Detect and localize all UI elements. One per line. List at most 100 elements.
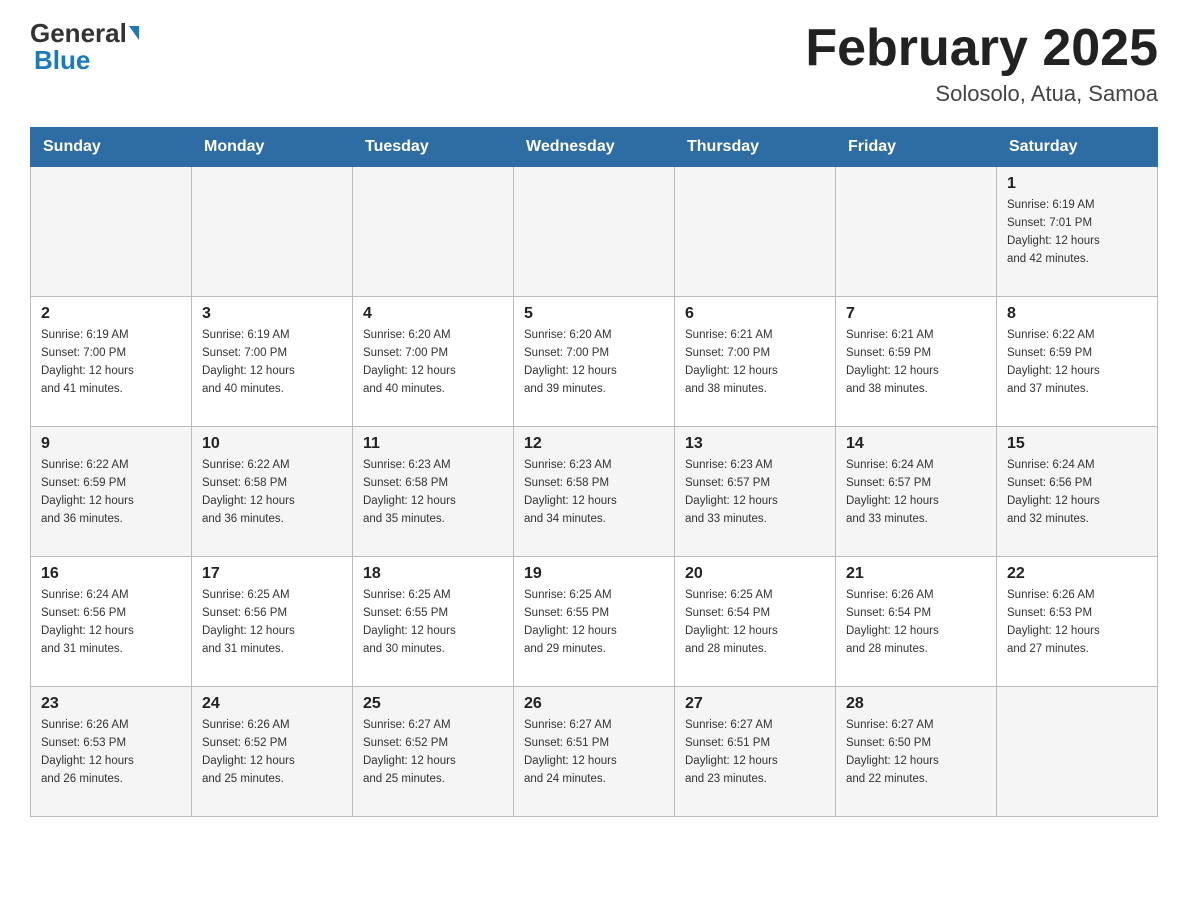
calendar-cell: 20Sunrise: 6:25 AM Sunset: 6:54 PM Dayli… <box>675 557 836 687</box>
day-number: 8 <box>1007 305 1147 323</box>
day-number: 14 <box>846 435 986 453</box>
logo-arrow-icon <box>129 26 139 40</box>
week-row-5: 23 Sunrise: 6:26 AM Sunset: 6:53 PM Dayli… <box>31 687 1158 817</box>
page-header: General Blue February 2025 Solosolo, Atu… <box>30 20 1158 107</box>
calendar-cell: 5 Sunrise: 6:20 AM Sunset: 7:00 PM Daylig… <box>514 297 675 427</box>
calendar-cell: 25 Sunrise: 6:27 AM Sunset: 6:52 PM Dayli… <box>353 687 514 817</box>
calendar-cell: 15 Sunrise: 6:24 AM Sunset: 6:56 PM Dayli… <box>997 427 1158 557</box>
weekday-header-thursday: Thursday <box>675 128 836 167</box>
day-info: Sunrise: 6:22 AM Sunset: 6:58 PM Dayligh… <box>202 457 342 528</box>
day-info: Sunrise: 6:23 AM Sunset: 6:58 PM Dayligh… <box>524 457 664 528</box>
day-info: Sunrise: 6:24 AM Sunset: 6:56 PM Dayligh… <box>41 587 181 658</box>
day-number: 6 <box>685 305 825 323</box>
week-row-2: 2 Sunrise: 6:19 AM Sunset: 7:00 PM Daylig… <box>31 297 1158 427</box>
calendar-cell <box>353 167 514 297</box>
day-number: 4 <box>363 305 503 323</box>
day-info: Sunrise: 6:27 AM Sunset: 6:51 PM Dayligh… <box>524 717 664 788</box>
calendar-cell: 16 Sunrise: 6:24 AM Sunset: 6:56 PM Dayli… <box>31 557 192 687</box>
calendar-cell: 13 Sunrise: 6:23 AM Sunset: 6:57 PM Dayli… <box>675 427 836 557</box>
calendar-cell: 11 Sunrise: 6:23 AM Sunset: 6:58 PM Dayli… <box>353 427 514 557</box>
calendar-cell: 10 Sunrise: 6:22 AM Sunset: 6:58 PM Dayli… <box>192 427 353 557</box>
day-number: 11 <box>363 435 503 453</box>
calendar-cell: 18 Sunrise: 6:25 AM Sunset: 6:55 PM Dayli… <box>353 557 514 687</box>
calendar-cell: 3 Sunrise: 6:19 AM Sunset: 7:00 PM Daylig… <box>192 297 353 427</box>
day-number: 28 <box>846 695 986 713</box>
calendar-subtitle: Solosolo, Atua, Samoa <box>805 81 1158 107</box>
day-info: Sunrise: 6:19 AM Sunset: 7:01 PM Dayligh… <box>1007 197 1147 268</box>
calendar-cell: 8 Sunrise: 6:22 AM Sunset: 6:59 PM Daylig… <box>997 297 1158 427</box>
day-number: 13 <box>685 435 825 453</box>
day-number: 3 <box>202 305 342 323</box>
day-number: 20 <box>685 565 825 583</box>
day-number: 1 <box>1007 175 1147 193</box>
day-info: Sunrise: 6:27 AM Sunset: 6:50 PM Dayligh… <box>846 717 986 788</box>
day-info: Sunrise: 6:25 AM Sunset: 6:55 PM Dayligh… <box>363 587 503 658</box>
day-info: Sunrise: 6:19 AM Sunset: 7:00 PM Dayligh… <box>202 327 342 398</box>
weekday-header-friday: Friday <box>836 128 997 167</box>
day-number: 25 <box>363 695 503 713</box>
calendar-cell: 28 Sunrise: 6:27 AM Sunset: 6:50 PM Dayli… <box>836 687 997 817</box>
logo-blue-text: Blue <box>34 46 90 75</box>
day-info: Sunrise: 6:19 AM Sunset: 7:00 PM Dayligh… <box>41 327 181 398</box>
calendar-cell: 2 Sunrise: 6:19 AM Sunset: 7:00 PM Daylig… <box>31 297 192 427</box>
day-number: 17 <box>202 565 342 583</box>
day-number: 16 <box>41 565 181 583</box>
day-number: 7 <box>846 305 986 323</box>
day-info: Sunrise: 6:26 AM Sunset: 6:53 PM Dayligh… <box>1007 587 1147 658</box>
weekday-header-monday: Monday <box>192 128 353 167</box>
day-info: Sunrise: 6:24 AM Sunset: 6:56 PM Dayligh… <box>1007 457 1147 528</box>
calendar-cell: 12 Sunrise: 6:23 AM Sunset: 6:58 PM Dayli… <box>514 427 675 557</box>
day-info: Sunrise: 6:26 AM Sunset: 6:52 PM Dayligh… <box>202 717 342 788</box>
day-info: Sunrise: 6:22 AM Sunset: 6:59 PM Dayligh… <box>1007 327 1147 398</box>
calendar-cell: 1 Sunrise: 6:19 AM Sunset: 7:01 PM Daylig… <box>997 167 1158 297</box>
day-info: Sunrise: 6:27 AM Sunset: 6:52 PM Dayligh… <box>363 717 503 788</box>
calendar-cell: 26 Sunrise: 6:27 AM Sunset: 6:51 PM Dayli… <box>514 687 675 817</box>
calendar-title: February 2025 <box>805 20 1158 77</box>
day-number: 15 <box>1007 435 1147 453</box>
calendar-cell <box>31 167 192 297</box>
day-info: Sunrise: 6:23 AM Sunset: 6:58 PM Dayligh… <box>363 457 503 528</box>
calendar-cell: 21Sunrise: 6:26 AM Sunset: 6:54 PM Dayli… <box>836 557 997 687</box>
day-number: 22 <box>1007 565 1147 583</box>
calendar-cell: 4 Sunrise: 6:20 AM Sunset: 7:00 PM Daylig… <box>353 297 514 427</box>
day-info: Sunrise: 6:25 AM Sunset: 6:56 PM Dayligh… <box>202 587 342 658</box>
logo-general-text: General <box>30 20 127 46</box>
calendar-cell: 7 Sunrise: 6:21 AM Sunset: 6:59 PM Daylig… <box>836 297 997 427</box>
calendar-cell: 17 Sunrise: 6:25 AM Sunset: 6:56 PM Dayli… <box>192 557 353 687</box>
calendar-cell: 6 Sunrise: 6:21 AM Sunset: 7:00 PM Daylig… <box>675 297 836 427</box>
calendar-table: SundayMondayTuesdayWednesdayThursdayFrid… <box>30 127 1158 817</box>
day-number: 21 <box>846 565 986 583</box>
day-info: Sunrise: 6:21 AM Sunset: 7:00 PM Dayligh… <box>685 327 825 398</box>
day-number: 10 <box>202 435 342 453</box>
day-number: 18 <box>363 565 503 583</box>
day-number: 26 <box>524 695 664 713</box>
day-info: Sunrise: 6:25 AM Sunset: 6:55 PM Dayligh… <box>524 587 664 658</box>
day-info: Sunrise: 6:27 AM Sunset: 6:51 PM Dayligh… <box>685 717 825 788</box>
week-row-4: 16 Sunrise: 6:24 AM Sunset: 6:56 PM Dayli… <box>31 557 1158 687</box>
calendar-cell <box>675 167 836 297</box>
weekday-header-tuesday: Tuesday <box>353 128 514 167</box>
title-block: February 2025 Solosolo, Atua, Samoa <box>805 20 1158 107</box>
day-number: 2 <box>41 305 181 323</box>
day-number: 19 <box>524 565 664 583</box>
calendar-cell: 14 Sunrise: 6:24 AM Sunset: 6:57 PM Dayli… <box>836 427 997 557</box>
day-number: 5 <box>524 305 664 323</box>
day-info: Sunrise: 6:24 AM Sunset: 6:57 PM Dayligh… <box>846 457 986 528</box>
day-number: 9 <box>41 435 181 453</box>
calendar-cell: 9Sunrise: 6:22 AM Sunset: 6:59 PM Daylig… <box>31 427 192 557</box>
day-info: Sunrise: 6:26 AM Sunset: 6:53 PM Dayligh… <box>41 717 181 788</box>
weekday-header-saturday: Saturday <box>997 128 1158 167</box>
day-number: 12 <box>524 435 664 453</box>
calendar-cell: 23 Sunrise: 6:26 AM Sunset: 6:53 PM Dayli… <box>31 687 192 817</box>
day-number: 23 <box>41 695 181 713</box>
day-info: Sunrise: 6:20 AM Sunset: 7:00 PM Dayligh… <box>363 327 503 398</box>
calendar-cell <box>997 687 1158 817</box>
calendar-cell: 19 Sunrise: 6:25 AM Sunset: 6:55 PM Dayli… <box>514 557 675 687</box>
calendar-cell: 27Sunrise: 6:27 AM Sunset: 6:51 PM Dayli… <box>675 687 836 817</box>
day-info: Sunrise: 6:21 AM Sunset: 6:59 PM Dayligh… <box>846 327 986 398</box>
weekday-header-wednesday: Wednesday <box>514 128 675 167</box>
day-info: Sunrise: 6:23 AM Sunset: 6:57 PM Dayligh… <box>685 457 825 528</box>
week-row-3: 9Sunrise: 6:22 AM Sunset: 6:59 PM Daylig… <box>31 427 1158 557</box>
weekday-header-sunday: Sunday <box>31 128 192 167</box>
day-info: Sunrise: 6:20 AM Sunset: 7:00 PM Dayligh… <box>524 327 664 398</box>
